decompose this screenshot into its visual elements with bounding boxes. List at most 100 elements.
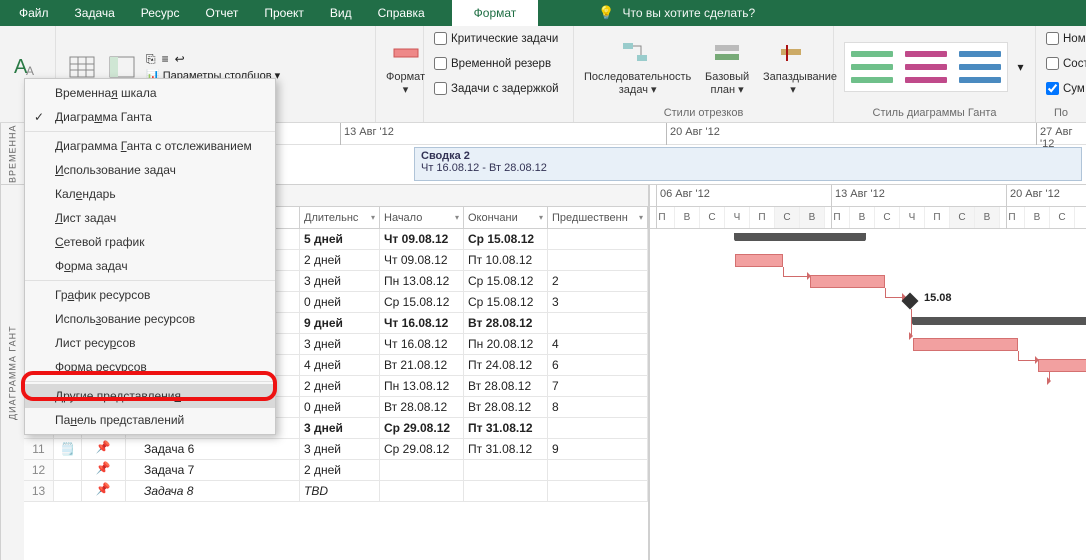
row-fin: Пт 31.08.12 — [464, 439, 548, 459]
row-start: Чт 09.08.12 — [380, 229, 464, 249]
task-path-button[interactable]: Последовательность задач ▾ — [584, 37, 691, 96]
col-start[interactable]: Начало — [380, 207, 464, 228]
chk-state[interactable]: Сост — [1046, 57, 1086, 70]
format-button[interactable]: Формат▾ — [386, 37, 425, 96]
row-pred — [548, 250, 648, 270]
table-row[interactable]: 11🗒️Задача 63 днейСр 29.08.12Пт 31.08.12… — [24, 439, 648, 460]
row-dur: 4 дней — [300, 355, 380, 375]
view-menu-item[interactable]: Использование ресурсов — [25, 307, 275, 331]
chk-critical[interactable]: Критические задачи — [434, 32, 558, 45]
row-fin: Вт 28.08.12 — [464, 376, 548, 396]
chk-summary[interactable]: Сум — [1046, 82, 1085, 95]
row-dur: TBD — [300, 481, 380, 501]
menu-Файл[interactable]: Файл — [6, 0, 62, 26]
align-left-icon[interactable]: ≡ — [162, 52, 169, 67]
row-pred: 2 — [548, 271, 648, 291]
menu-Отчет[interactable]: Отчет — [192, 0, 251, 26]
tell-me[interactable]: Что вы хотите сделать? — [598, 5, 755, 21]
row-start — [380, 460, 464, 480]
row-fin — [464, 481, 548, 501]
table-row[interactable]: 13 Задача 8TBD — [24, 481, 648, 502]
menu-Вид[interactable]: Вид — [317, 0, 365, 26]
row-start: Ср 29.08.12 — [380, 439, 464, 459]
row-start: Пн 13.08.12 — [380, 376, 464, 396]
row-mode-icon — [82, 460, 126, 480]
col-finish[interactable]: Окончани — [464, 207, 548, 228]
slippage-button[interactable]: Запаздывание ▾ — [763, 37, 823, 96]
view-menu-item[interactable]: Лист ресурсов — [25, 331, 275, 355]
row-mode-icon — [82, 481, 126, 501]
col-pred[interactable]: Предшественн — [548, 207, 648, 228]
menu-Проект[interactable]: Проект — [251, 0, 317, 26]
row-pred: 9 — [548, 439, 648, 459]
baseline-button[interactable]: Базовый план ▾ — [699, 37, 755, 96]
row-start: Чт 09.08.12 — [380, 250, 464, 270]
row-dur: 2 дней — [300, 376, 380, 396]
row-fin — [464, 460, 548, 480]
view-menu-item[interactable]: Лист задач — [25, 206, 275, 230]
view-menu-item[interactable]: Панель представлений — [25, 408, 275, 432]
row-info-icon — [54, 460, 82, 480]
row-fin: Ср 15.08.12 — [464, 271, 548, 291]
row-pred — [548, 313, 648, 333]
row-fin: Вт 28.08.12 — [464, 397, 548, 417]
row-fin: Пт 10.08.12 — [464, 250, 548, 270]
chk-outline-num[interactable]: Ном — [1046, 32, 1086, 45]
col-duration[interactable]: Длительнс — [300, 207, 380, 228]
table-row[interactable]: 12Задача 72 дней — [24, 460, 648, 481]
timeline-summary[interactable]: Сводка 2 Чт 16.08.12 - Вт 28.08.12 — [414, 147, 1082, 181]
bulb-icon — [598, 5, 614, 21]
row-start: Ср 15.08.12 — [380, 292, 464, 312]
row-fin: Пт 24.08.12 — [464, 355, 548, 375]
chk-slack[interactable]: Временной резерв — [434, 57, 551, 70]
chk-late[interactable]: Задачи с задержкой — [434, 82, 559, 95]
menu-Ресурс[interactable]: Ресурс — [128, 0, 193, 26]
view-menu-item[interactable]: График ресурсов — [25, 283, 275, 307]
row-dur: 9 дней — [300, 313, 380, 333]
menu-Задача[interactable]: Задача — [62, 0, 128, 26]
row-fin: Вт 28.08.12 — [464, 313, 548, 333]
wrap-icon[interactable]: ↩ — [175, 52, 185, 67]
row-start: Вт 21.08.12 — [380, 355, 464, 375]
row-dur: 3 дней — [300, 334, 380, 354]
view-menu-item[interactable]: Диаграмма Ганта — [25, 105, 275, 132]
row-start: Вт 28.08.12 — [380, 397, 464, 417]
row-pred: 8 — [548, 397, 648, 417]
row-fin: Ср 15.08.12 — [464, 292, 548, 312]
row-name: Задача 8 — [126, 481, 300, 501]
row-start — [380, 481, 464, 501]
row-dur: 3 дней — [300, 418, 380, 438]
row-start: Пн 13.08.12 — [380, 271, 464, 291]
row-num: 13 — [24, 481, 54, 501]
row-start: Ср 29.08.12 — [380, 418, 464, 438]
row-dur: 2 дней — [300, 460, 380, 480]
row-mode-icon — [82, 439, 126, 459]
timeline-date: 13 Авг '12 — [344, 126, 394, 138]
row-pred: 4 — [548, 334, 648, 354]
row-pred: 7 — [548, 376, 648, 396]
insert-col-icon[interactable]: ⎘ — [146, 52, 156, 67]
row-dur: 2 дней — [300, 250, 380, 270]
view-menu-item[interactable]: Диаграмма Ганта с отслеживанием — [25, 134, 275, 158]
view-menu-item[interactable]: Сетевой график — [25, 230, 275, 254]
menu-Справка[interactable]: Справка — [365, 0, 438, 26]
gantt-style-gallery[interactable] — [844, 42, 1008, 92]
menu-bar: ФайлЗадачаРесурсОтчетПроектВидСправка Фо… — [0, 0, 1086, 26]
row-info-icon: 🗒️ — [54, 439, 82, 459]
view-menu-item[interactable]: Другие представления... — [25, 384, 275, 408]
row-pred: 6 — [548, 355, 648, 375]
view-menu-item[interactable]: Календарь — [25, 182, 275, 206]
row-num: 11 — [24, 439, 54, 459]
row-info-icon — [54, 481, 82, 501]
view-menu-item[interactable]: Форма ресурсов — [25, 355, 275, 382]
row-num: 12 — [24, 460, 54, 480]
row-pred — [548, 229, 648, 249]
row-fin: Пт 31.08.12 — [464, 418, 548, 438]
row-start: Чт 16.08.12 — [380, 313, 464, 333]
tab-format[interactable]: Формат — [452, 0, 539, 26]
view-menu-item[interactable]: Временная шкала — [25, 81, 275, 105]
gantt-chart[interactable]: 06 Авг '1213 Авг '1220 Авг '12 ПВСЧПСВПВ… — [650, 185, 1086, 560]
gantt-chart-label: ДИАГРАММА ГАНТ — [0, 185, 24, 560]
view-menu-item[interactable]: Использование задач — [25, 158, 275, 182]
view-menu-item[interactable]: Форма задач — [25, 254, 275, 281]
